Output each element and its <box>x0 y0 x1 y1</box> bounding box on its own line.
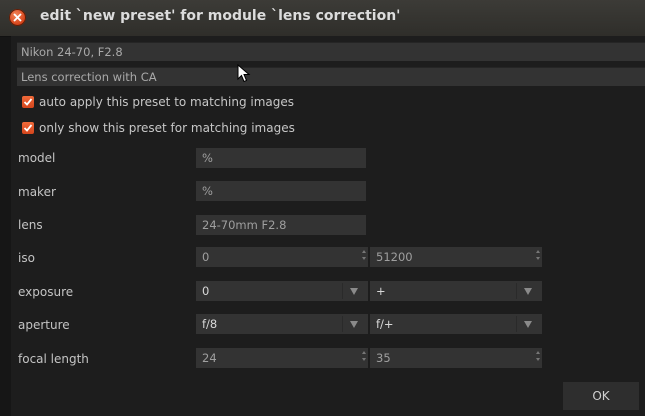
title-bar: edit `new preset' for module `lens corre… <box>0 0 645 37</box>
iso-max-value: 51200 <box>376 250 413 264</box>
exposure-max-value: + <box>376 284 386 298</box>
exposure-label: exposure <box>18 285 74 299</box>
spin-arrows-icon[interactable] <box>535 249 541 265</box>
model-label: model <box>18 151 56 165</box>
preset-name-field[interactable]: Nikon 24-70, F2.8 <box>17 42 645 61</box>
exposure-min-dropdown[interactable]: 0 <box>196 281 368 301</box>
exposure-min-value: 0 <box>202 284 210 298</box>
only-show-checkbox[interactable] <box>22 122 34 134</box>
close-icon[interactable] <box>9 9 26 26</box>
iso-min-value: 0 <box>202 250 210 264</box>
preset-dialog: Nikon 24-70, F2.8 Lens correction with C… <box>11 36 645 416</box>
maker-input[interactable]: % <box>196 181 366 201</box>
preset-description-field[interactable]: Lens correction with CA <box>17 67 645 86</box>
model-input[interactable]: % <box>196 148 366 168</box>
spin-arrows-icon[interactable] <box>535 350 541 366</box>
only-show-label: only show this preset for matching image… <box>39 121 295 135</box>
chevron-down-icon <box>524 321 532 328</box>
auto-apply-checkbox[interactable] <box>22 96 34 108</box>
lens-label: lens <box>18 218 43 232</box>
focal-length-max-value: 35 <box>376 351 391 365</box>
maker-label: maker <box>18 185 56 199</box>
window-title: edit `new preset' for module `lens corre… <box>40 8 401 24</box>
ok-button[interactable]: OK <box>563 382 639 410</box>
lens-input[interactable]: 24-70mm F2.8 <box>196 215 366 235</box>
auto-apply-label: auto apply this preset to matching image… <box>39 95 295 109</box>
only-show-option[interactable]: only show this preset for matching image… <box>22 120 295 136</box>
chevron-down-icon <box>350 288 358 295</box>
iso-min-spinner[interactable]: 0 <box>196 247 368 267</box>
spin-arrows-icon[interactable] <box>361 350 367 366</box>
chevron-down-icon <box>350 321 358 328</box>
aperture-min-value: f/8 <box>202 317 218 331</box>
focal-length-min-spinner[interactable]: 24 <box>196 348 368 368</box>
aperture-label: aperture <box>18 318 70 332</box>
focal-length-label: focal length <box>18 352 89 366</box>
aperture-min-dropdown[interactable]: f/8 <box>196 314 368 334</box>
mouse-pointer-icon <box>237 63 251 87</box>
iso-label: iso <box>18 251 35 265</box>
focal-length-min-value: 24 <box>202 351 217 365</box>
exposure-max-dropdown[interactable]: + <box>370 281 542 301</box>
focal-length-max-spinner[interactable]: 35 <box>370 348 542 368</box>
chevron-down-icon <box>524 288 532 295</box>
auto-apply-option[interactable]: auto apply this preset to matching image… <box>22 94 294 110</box>
spin-arrows-icon[interactable] <box>361 249 367 265</box>
iso-max-spinner[interactable]: 51200 <box>370 247 542 267</box>
aperture-max-dropdown[interactable]: f/+ <box>370 314 542 334</box>
aperture-max-value: f/+ <box>376 317 394 331</box>
